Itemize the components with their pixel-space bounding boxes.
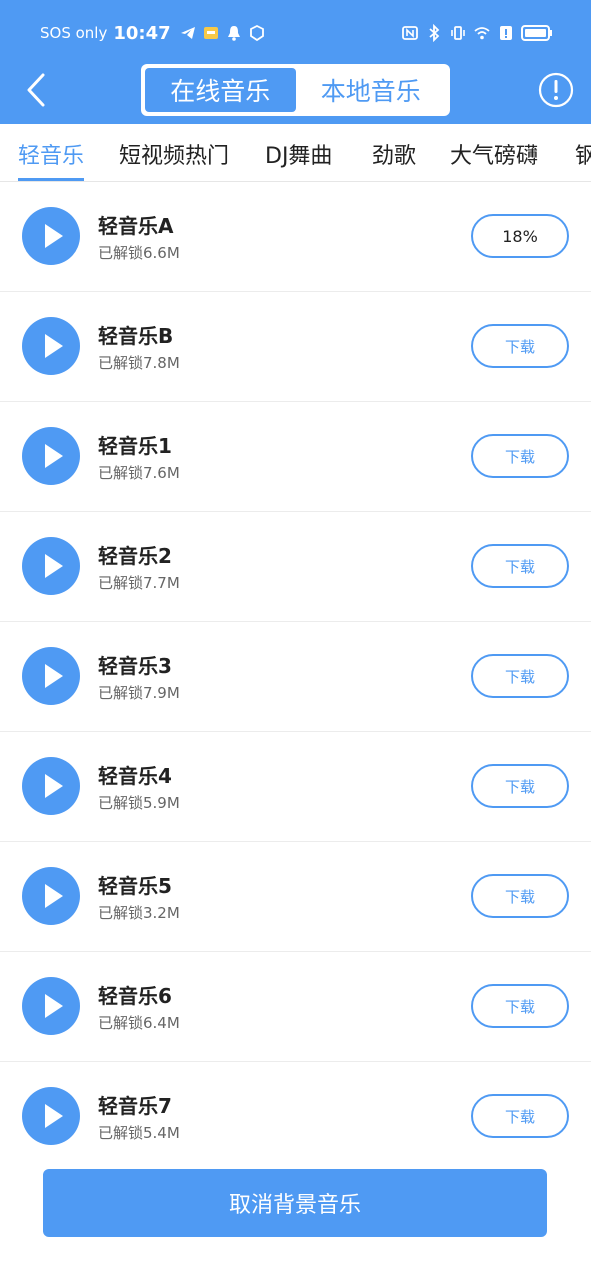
active-tab-indicator: [18, 178, 84, 181]
play-icon: [45, 884, 63, 908]
track-size: 已解锁7.9M: [98, 684, 180, 702]
play-button[interactable]: [22, 1087, 80, 1145]
segment-local-music[interactable]: 本地音乐: [296, 68, 447, 112]
tab-light-music[interactable]: 轻音乐: [18, 138, 84, 170]
play-icon: [45, 1104, 63, 1128]
tab-power-songs[interactable]: 劲歌: [372, 138, 416, 170]
play-button[interactable]: [22, 207, 80, 265]
wifi-icon: [474, 27, 490, 40]
status-right: [401, 20, 553, 46]
track-size: 已解锁7.6M: [98, 464, 180, 482]
tab-piano[interactable]: 钢: [575, 138, 591, 170]
track-title: 轻音乐3: [98, 654, 172, 678]
back-button[interactable]: [18, 70, 54, 110]
download-button[interactable]: 下载: [471, 874, 569, 918]
bluetooth-icon: [429, 24, 440, 42]
download-button[interactable]: 下载: [471, 324, 569, 368]
info-button[interactable]: [538, 72, 574, 108]
exclamation-circle-icon: [538, 72, 574, 108]
play-button[interactable]: [22, 977, 80, 1035]
nfc-icon: [402, 26, 418, 40]
track-size: 已解锁5.9M: [98, 794, 180, 812]
play-icon: [45, 334, 63, 358]
track-size: 已解锁6.6M: [98, 244, 180, 262]
bell-icon: [227, 26, 240, 41]
cancel-background-music-button[interactable]: 取消背景音乐: [43, 1169, 547, 1237]
list-item: 轻音乐4 已解锁5.9M 下载: [0, 732, 591, 842]
category-tabs: 轻音乐 短视频热门 DJ舞曲 劲歌 大气磅礴 钢: [0, 124, 591, 182]
status-left: SOS only 10:47: [40, 20, 271, 46]
play-button[interactable]: [22, 867, 80, 925]
telegram-icon: [180, 27, 195, 39]
track-size: 已解锁6.4M: [98, 1014, 180, 1032]
download-progress-button[interactable]: 18%: [471, 214, 569, 258]
play-button[interactable]: [22, 317, 80, 375]
chevron-left-icon: [27, 73, 45, 107]
track-title: 轻音乐4: [98, 764, 172, 788]
download-button[interactable]: 下载: [471, 654, 569, 698]
list-item: 轻音乐7 已解锁5.4M 下载: [0, 1062, 591, 1157]
list-item: 轻音乐1 已解锁7.6M 下载: [0, 402, 591, 512]
play-icon: [45, 994, 63, 1018]
play-icon: [45, 444, 63, 468]
list-item: 轻音乐A 已解锁6.6M 18%: [0, 182, 591, 292]
status-bar: SOS only 10:47: [0, 0, 591, 64]
download-button[interactable]: 下载: [471, 1094, 569, 1138]
list-item: 轻音乐6 已解锁6.4M 下载: [0, 952, 591, 1062]
status-time: 10:47: [113, 22, 171, 44]
track-size: 已解锁7.7M: [98, 574, 180, 592]
track-title: 轻音乐B: [98, 324, 174, 348]
track-title: 轻音乐6: [98, 984, 172, 1008]
shield-icon: [249, 24, 264, 42]
download-button[interactable]: 下载: [471, 764, 569, 808]
download-button[interactable]: 下载: [471, 544, 569, 588]
vibrate-icon: [451, 26, 465, 40]
tab-short-video-hot[interactable]: 短视频热门: [119, 138, 229, 170]
segment-online-music[interactable]: 在线音乐: [145, 68, 296, 112]
track-title: 轻音乐7: [98, 1094, 172, 1118]
download-button[interactable]: 下载: [471, 984, 569, 1028]
alert-icon: [500, 26, 512, 40]
track-title: 轻音乐2: [98, 544, 172, 568]
track-size: 已解锁5.4M: [98, 1124, 180, 1142]
track-title: 轻音乐1: [98, 434, 172, 458]
list-item: 轻音乐2 已解锁7.7M 下载: [0, 512, 591, 622]
wallet-icon: [203, 27, 218, 39]
tab-grand[interactable]: 大气磅礴: [450, 138, 538, 170]
track-size: 已解锁3.2M: [98, 904, 180, 922]
play-button[interactable]: [22, 647, 80, 705]
source-segmented-control: 在线音乐 本地音乐: [141, 64, 450, 116]
list-item: 轻音乐5 已解锁3.2M 下载: [0, 842, 591, 952]
download-button[interactable]: 下载: [471, 434, 569, 478]
play-button[interactable]: [22, 427, 80, 485]
carrier-text: SOS only: [40, 24, 108, 42]
tab-dj-dance[interactable]: DJ舞曲: [265, 138, 332, 170]
play-button[interactable]: [22, 757, 80, 815]
list-item: 轻音乐3 已解锁7.9M 下载: [0, 622, 591, 732]
play-icon: [45, 664, 63, 688]
track-title: 轻音乐5: [98, 874, 172, 898]
list-item: 轻音乐B 已解锁7.8M 下载: [0, 292, 591, 402]
play-icon: [45, 224, 63, 248]
play-button[interactable]: [22, 537, 80, 595]
track-title: 轻音乐A: [98, 214, 174, 238]
play-icon: [45, 554, 63, 578]
app-header: SOS only 10:47 在线音乐 本地音乐: [0, 0, 591, 124]
play-icon: [45, 774, 63, 798]
track-size: 已解锁7.8M: [98, 354, 180, 372]
battery-icon: [521, 25, 552, 41]
track-list: 轻音乐A 已解锁6.6M 18% 轻音乐B 已解锁7.8M 下载 轻音乐1 已解…: [0, 182, 591, 1157]
